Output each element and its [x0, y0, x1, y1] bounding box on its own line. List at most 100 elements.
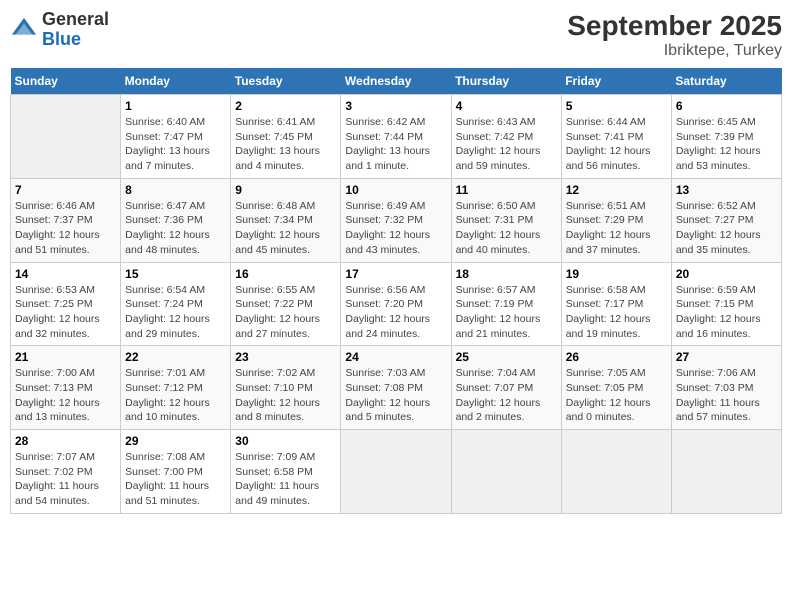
day-number: 25 — [456, 350, 557, 364]
calendar-cell: 25 Sunrise: 7:04 AMSunset: 7:07 PMDayligh… — [451, 346, 561, 430]
calendar-cell: 21 Sunrise: 7:00 AMSunset: 7:13 PMDayligh… — [11, 346, 121, 430]
calendar-cell: 18Sunrise: 6:57 AMSunset: 7:19 PMDayligh… — [451, 262, 561, 346]
calendar-cell: 12Sunrise: 6:51 AMSunset: 7:29 PMDayligh… — [561, 178, 671, 262]
calendar-week-2: 7 Sunrise: 6:46 AMSunset: 7:37 PMDaylight… — [11, 178, 782, 262]
day-info: Sunrise: 7:04 AMSunset: 7:07 PMDaylight:… — [456, 366, 557, 425]
calendar-cell: 3 Sunrise: 6:42 AMSunset: 7:44 PMDaylight… — [341, 95, 451, 179]
day-info: Sunrise: 6:58 AMSunset: 7:17 PMDaylight:… — [566, 283, 667, 342]
day-info: Sunrise: 7:03 AMSunset: 7:08 PMDaylight:… — [345, 366, 446, 425]
calendar-cell: 2 Sunrise: 6:41 AMSunset: 7:45 PMDaylight… — [231, 95, 341, 179]
day-number: 16 — [235, 267, 336, 281]
calendar-cell: 29 Sunrise: 7:08 AMSunset: 7:00 PMDayligh… — [121, 430, 231, 514]
calendar-cell: 16Sunrise: 6:55 AMSunset: 7:22 PMDayligh… — [231, 262, 341, 346]
day-info: Sunrise: 6:48 AMSunset: 7:34 PMDaylight:… — [235, 199, 336, 258]
calendar-week-3: 14Sunrise: 6:53 AMSunset: 7:25 PMDayligh… — [11, 262, 782, 346]
calendar-cell: 30Sunrise: 7:09 AMSunset: 6:58 PMDayligh… — [231, 430, 341, 514]
day-number: 3 — [345, 99, 446, 113]
day-info: Sunrise: 7:07 AMSunset: 7:02 PMDaylight:… — [15, 450, 116, 509]
day-info: Sunrise: 7:08 AMSunset: 7:00 PMDaylight:… — [125, 450, 226, 509]
day-number: 2 — [235, 99, 336, 113]
day-number: 5 — [566, 99, 667, 113]
day-info: Sunrise: 6:47 AMSunset: 7:36 PMDaylight:… — [125, 199, 226, 258]
calendar-cell: 28 Sunrise: 7:07 AMSunset: 7:02 PMDayligh… — [11, 430, 121, 514]
calendar-week-4: 21 Sunrise: 7:00 AMSunset: 7:13 PMDayligh… — [11, 346, 782, 430]
day-number: 7 — [15, 183, 116, 197]
weekday-header-monday: Monday — [121, 68, 231, 95]
day-info: Sunrise: 6:54 AMSunset: 7:24 PMDaylight:… — [125, 283, 226, 342]
day-number: 1 — [125, 99, 226, 113]
calendar-cell: 27 Sunrise: 7:06 AMSunset: 7:03 PMDayligh… — [671, 346, 781, 430]
day-info: Sunrise: 6:46 AMSunset: 7:37 PMDaylight:… — [15, 199, 116, 258]
day-info: Sunrise: 6:42 AMSunset: 7:44 PMDaylight:… — [345, 115, 446, 174]
day-info: Sunrise: 7:01 AMSunset: 7:12 PMDaylight:… — [125, 366, 226, 425]
day-number: 24 — [345, 350, 446, 364]
calendar-cell: 15 Sunrise: 6:54 AMSunset: 7:24 PMDayligh… — [121, 262, 231, 346]
calendar-table: SundayMondayTuesdayWednesdayThursdayFrid… — [10, 68, 782, 514]
weekday-header-sunday: Sunday — [11, 68, 121, 95]
day-number: 21 — [15, 350, 116, 364]
calendar-cell: 17 Sunrise: 6:56 AMSunset: 7:20 PMDayligh… — [341, 262, 451, 346]
day-info: Sunrise: 7:05 AMSunset: 7:05 PMDaylight:… — [566, 366, 667, 425]
weekday-header-friday: Friday — [561, 68, 671, 95]
day-info: Sunrise: 6:56 AMSunset: 7:20 PMDaylight:… — [345, 283, 446, 342]
day-number: 20 — [676, 267, 777, 281]
day-info: Sunrise: 6:43 AMSunset: 7:42 PMDaylight:… — [456, 115, 557, 174]
calendar-cell — [11, 95, 121, 179]
calendar-cell — [451, 430, 561, 514]
title-block: September 2025 Ibriktepe, Turkey — [567, 10, 782, 60]
calendar-cell: 24 Sunrise: 7:03 AMSunset: 7:08 PMDayligh… — [341, 346, 451, 430]
day-number: 17 — [345, 267, 446, 281]
calendar-cell: 13 Sunrise: 6:52 AMSunset: 7:27 PMDayligh… — [671, 178, 781, 262]
day-number: 6 — [676, 99, 777, 113]
day-info: Sunrise: 7:02 AMSunset: 7:10 PMDaylight:… — [235, 366, 336, 425]
day-info: Sunrise: 7:09 AMSunset: 6:58 PMDaylight:… — [235, 450, 336, 509]
day-number: 22 — [125, 350, 226, 364]
day-number: 13 — [676, 183, 777, 197]
weekday-header-thursday: Thursday — [451, 68, 561, 95]
weekday-header-saturday: Saturday — [671, 68, 781, 95]
calendar-cell — [341, 430, 451, 514]
day-info: Sunrise: 6:40 AMSunset: 7:47 PMDaylight:… — [125, 115, 226, 174]
day-number: 23 — [235, 350, 336, 364]
calendar-week-1: 1 Sunrise: 6:40 AMSunset: 7:47 PMDaylight… — [11, 95, 782, 179]
calendar-cell: 19 Sunrise: 6:58 AMSunset: 7:17 PMDayligh… — [561, 262, 671, 346]
day-info: Sunrise: 6:44 AMSunset: 7:41 PMDaylight:… — [566, 115, 667, 174]
logo-blue-text: Blue — [42, 30, 109, 50]
day-number: 15 — [125, 267, 226, 281]
day-info: Sunrise: 7:06 AMSunset: 7:03 PMDaylight:… — [676, 366, 777, 425]
calendar-cell: 26 Sunrise: 7:05 AMSunset: 7:05 PMDayligh… — [561, 346, 671, 430]
day-info: Sunrise: 6:52 AMSunset: 7:27 PMDaylight:… — [676, 199, 777, 258]
day-number: 29 — [125, 434, 226, 448]
day-info: Sunrise: 7:00 AMSunset: 7:13 PMDaylight:… — [15, 366, 116, 425]
day-number: 10 — [345, 183, 446, 197]
calendar-cell: 8 Sunrise: 6:47 AMSunset: 7:36 PMDaylight… — [121, 178, 231, 262]
day-number: 27 — [676, 350, 777, 364]
calendar-body: 1 Sunrise: 6:40 AMSunset: 7:47 PMDaylight… — [11, 95, 782, 514]
calendar-week-5: 28 Sunrise: 7:07 AMSunset: 7:02 PMDayligh… — [11, 430, 782, 514]
day-number: 8 — [125, 183, 226, 197]
calendar-cell — [671, 430, 781, 514]
day-info: Sunrise: 6:51 AMSunset: 7:29 PMDaylight:… — [566, 199, 667, 258]
day-info: Sunrise: 6:45 AMSunset: 7:39 PMDaylight:… — [676, 115, 777, 174]
day-number: 18 — [456, 267, 557, 281]
calendar-cell: 6 Sunrise: 6:45 AMSunset: 7:39 PMDaylight… — [671, 95, 781, 179]
day-number: 28 — [15, 434, 116, 448]
logo: General Blue — [10, 10, 109, 50]
logo-icon — [10, 16, 38, 44]
day-info: Sunrise: 6:41 AMSunset: 7:45 PMDaylight:… — [235, 115, 336, 174]
weekday-header-wednesday: Wednesday — [341, 68, 451, 95]
calendar-cell: 1 Sunrise: 6:40 AMSunset: 7:47 PMDaylight… — [121, 95, 231, 179]
calendar-cell: 23 Sunrise: 7:02 AMSunset: 7:10 PMDayligh… — [231, 346, 341, 430]
calendar-cell: 22 Sunrise: 7:01 AMSunset: 7:12 PMDayligh… — [121, 346, 231, 430]
day-info: Sunrise: 6:49 AMSunset: 7:32 PMDaylight:… — [345, 199, 446, 258]
day-number: 14 — [15, 267, 116, 281]
calendar-cell: 14Sunrise: 6:53 AMSunset: 7:25 PMDayligh… — [11, 262, 121, 346]
day-number: 4 — [456, 99, 557, 113]
day-info: Sunrise: 6:59 AMSunset: 7:15 PMDaylight:… — [676, 283, 777, 342]
day-number: 26 — [566, 350, 667, 364]
calendar-cell: 4 Sunrise: 6:43 AMSunset: 7:42 PMDaylight… — [451, 95, 561, 179]
calendar-cell: 7 Sunrise: 6:46 AMSunset: 7:37 PMDaylight… — [11, 178, 121, 262]
weekday-header-row: SundayMondayTuesdayWednesdayThursdayFrid… — [11, 68, 782, 95]
day-number: 19 — [566, 267, 667, 281]
page-subtitle: Ibriktepe, Turkey — [567, 42, 782, 60]
